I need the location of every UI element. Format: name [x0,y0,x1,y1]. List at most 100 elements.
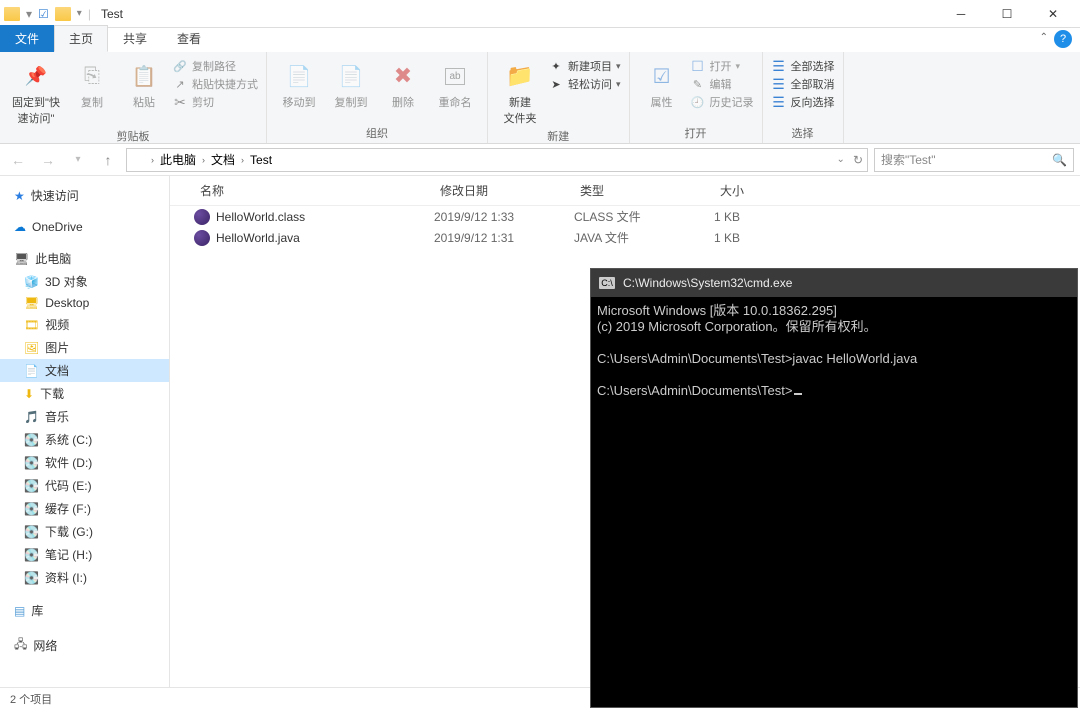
back-button[interactable]: ← [6,148,30,172]
history-button[interactable]: 🕘历史记录 [690,94,754,110]
chevron-icon: › [241,155,244,165]
tab-file[interactable]: 文件 [0,25,54,52]
file-date: 2019/9/12 1:33 [434,210,574,224]
newfolder-icon [504,60,536,92]
copy-path-button[interactable]: 🔗复制路径 [172,58,258,74]
file-row[interactable]: HelloWorld.class2019/9/12 1:33CLASS 文件1 … [170,206,1080,227]
rename-icon [439,60,471,92]
nav-item[interactable]: ⬇下载 [0,382,169,405]
select-none-button[interactable]: 全部取消 [771,76,835,92]
nav-item[interactable]: 🎵音乐 [0,405,169,428]
cmd-icon: C:\ [599,277,615,289]
columns-header[interactable]: 名称 修改日期 类型 大小 [170,176,1080,206]
cmd-body[interactable]: Microsoft Windows [版本 10.0.18362.295] (c… [591,297,1077,405]
easyaccess-icon: ➤ [548,76,564,92]
copy-button[interactable]: 复制 [68,56,116,110]
file-size: 1 KB [714,231,794,245]
cmd-window[interactable]: C:\ C:\Windows\System32\cmd.exe Microsof… [590,268,1078,708]
tab-view[interactable]: 查看 [162,25,216,52]
nav-item[interactable]: 🖥Desktop [0,293,169,313]
breadcrumb-seg[interactable]: Test [248,153,274,167]
file-row[interactable]: HelloWorld.java2019/9/12 1:31JAVA 文件1 KB [170,227,1080,248]
help-icon[interactable]: ? [1054,30,1072,48]
nav-item[interactable]: 🎞 视频 [0,313,169,336]
nav-item-label: 视频 [45,316,69,333]
col-size[interactable]: 大小 [714,180,794,201]
breadcrumb-seg[interactable]: 文档 [209,151,237,168]
nav-item-label: 3D 对象 [45,273,88,290]
nav-item[interactable]: 💽系统 (C:) [0,428,169,451]
breadcrumb-seg[interactable]: 此电脑 [158,151,198,168]
recent-button[interactable]: ▾ [66,148,90,172]
cmd-titlebar[interactable]: C:\ C:\Windows\System32\cmd.exe [591,269,1077,297]
new-item-button[interactable]: ✦新建项目▾ [548,58,621,74]
file-date: 2019/9/12 1:31 [434,231,574,245]
ribbon-tabs: 文件 主页 共享 查看 ⌃ ? [0,28,1080,52]
nav-quick-access[interactable]: ★快速访问 [0,184,169,207]
group-select-label: 选择 [792,123,814,143]
col-name[interactable]: 名称 [194,180,434,201]
nav-item[interactable]: 💽资料 (I:) [0,566,169,589]
open-button[interactable]: 打开▾ [690,58,754,74]
delete-button[interactable]: 删除 [379,56,427,110]
rename-button[interactable]: 重命名 [431,56,479,110]
refresh-button[interactable]: ↻ [853,153,863,167]
cut-icon [172,94,188,110]
file-icon [194,209,210,225]
nav-network[interactable]: 🖧网络 [0,632,169,659]
nav-item[interactable]: 💽笔记 (H:) [0,543,169,566]
nav-item-icon: 💽 [24,433,39,447]
pc-icon: 🖥 [14,252,29,266]
nav-item[interactable]: 🖼图片 [0,336,169,359]
select-all-button[interactable]: 全部选择 [771,58,835,74]
nav-libraries[interactable]: ▤库 [0,599,169,622]
copy-to-button[interactable]: 复制到 [327,56,375,110]
nav-item[interactable]: 💽代码 (E:) [0,474,169,497]
cmd-title-text: C:\Windows\System32\cmd.exe [623,276,792,290]
nav-item[interactable]: 💽软件 (D:) [0,451,169,474]
nav-item-icon: 🧊 [24,275,39,289]
search-input[interactable]: 搜索"Test" 🔍 [874,148,1074,172]
move-to-button[interactable]: 移动到 [275,56,323,110]
col-date[interactable]: 修改日期 [434,180,574,201]
minimize-button[interactable]: ─ [938,0,984,28]
edit-button[interactable]: ✎编辑 [690,76,754,92]
breadcrumb[interactable]: › 此电脑 › 文档 › Test ⌄ ↻ [126,148,868,172]
ribbon: 固定到"快 速访问" 复制 粘贴 🔗复制路径 ↗粘贴快捷方式 剪切 剪贴板 移动… [0,52,1080,144]
pin-quick-access-button[interactable]: 固定到"快 速访问" [8,56,64,126]
navigation-pane[interactable]: ★快速访问 ☁OneDrive 🖥此电脑 🧊 3D 对象 🖥Desktop 🎞 视频 🖼图… [0,176,170,687]
nav-item[interactable]: 💽缓存 (F:) [0,497,169,520]
tab-share[interactable]: 共享 [108,25,162,52]
nav-item[interactable]: 💽下载 (G:) [0,520,169,543]
properties-button[interactable]: 属性 [638,56,686,110]
easy-access-button[interactable]: ➤轻松访问▾ [548,76,621,92]
col-type[interactable]: 类型 [574,180,714,201]
qat-save[interactable]: ☑ [38,7,49,21]
nav-item[interactable]: 🧊 3D 对象 [0,270,169,293]
new-folder-button[interactable]: 新建 文件夹 [496,56,544,126]
cut-button[interactable]: 剪切 [172,94,258,110]
qat-btn[interactable]: ▾ [26,7,32,21]
paste-icon [128,60,160,92]
cloud-icon: ☁ [14,220,26,234]
link-icon: 🔗 [172,58,188,74]
address-dropdown[interactable]: ⌄ [837,154,845,165]
folder-icon [55,7,71,21]
maximize-button[interactable]: ☐ [984,0,1030,28]
forward-button[interactable]: → [36,148,60,172]
nav-item-icon: 💽 [24,479,39,493]
nav-item[interactable]: 📄文档 [0,359,169,382]
qat-drop[interactable]: ▾ [77,8,82,19]
ribbon-collapse[interactable]: ⌃ [1040,32,1048,43]
nav-item-icon: 🎞 [24,318,39,332]
paste-shortcut-button[interactable]: ↗粘贴快捷方式 [172,76,258,92]
tab-home[interactable]: 主页 [54,25,108,52]
nav-this-pc[interactable]: 🖥此电脑 [0,247,169,270]
close-button[interactable]: ✕ [1030,0,1076,28]
edit-icon: ✎ [690,76,706,92]
nav-item-label: 笔记 (H:) [45,546,92,563]
paste-button[interactable]: 粘贴 [120,56,168,110]
invert-selection-button[interactable]: 反向选择 [771,94,835,110]
up-button[interactable]: ↑ [96,148,120,172]
nav-onedrive[interactable]: ☁OneDrive [0,217,169,237]
